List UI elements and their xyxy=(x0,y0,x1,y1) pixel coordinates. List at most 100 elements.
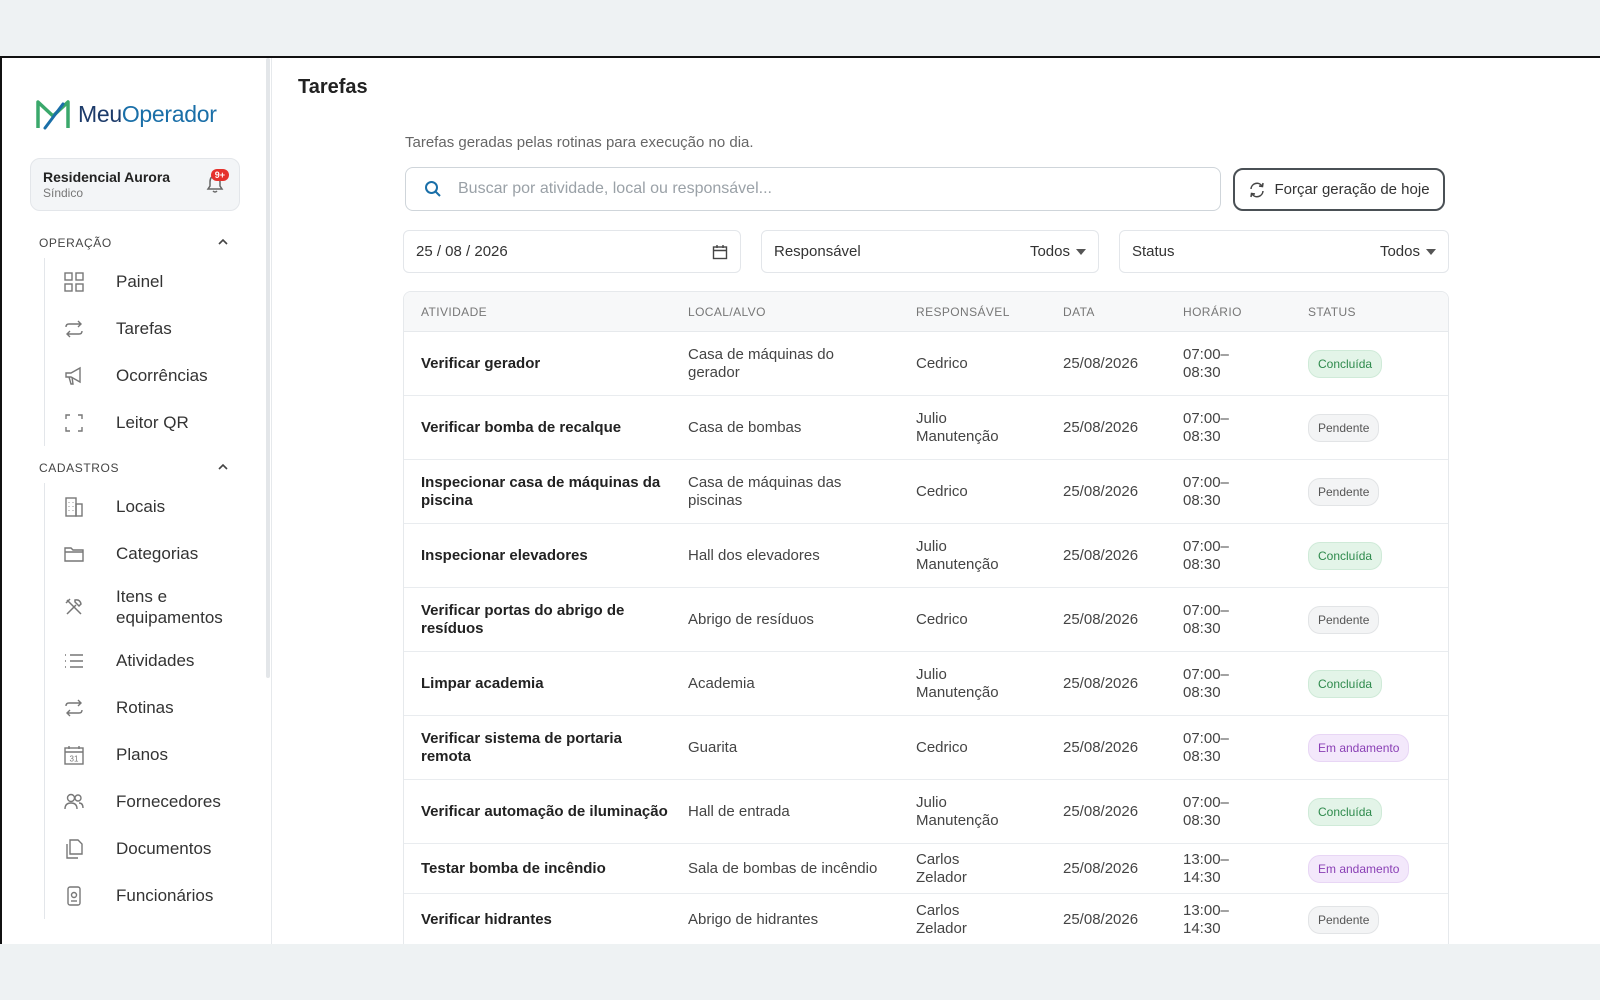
sidebar-item-locais[interactable]: Locais xyxy=(45,483,254,530)
org-switcher[interactable]: Residencial Aurora Síndico 9+ xyxy=(30,158,240,211)
calendar-icon[interactable] xyxy=(712,244,728,260)
col-horario[interactable]: HORÁRIO xyxy=(1183,305,1308,319)
sidebar-item-atividades[interactable]: Atividades xyxy=(45,637,254,684)
section-cadastros-header[interactable]: CADASTROS xyxy=(39,461,229,475)
sidebar-item-funcionarios[interactable]: Funcionários xyxy=(45,872,254,919)
cell-local: Hall de entrada xyxy=(688,802,790,820)
grid-icon xyxy=(62,270,86,294)
page-subtitle: Tarefas geradas pelas rotinas para execu… xyxy=(405,134,754,151)
sidebar-item-leitor-qr[interactable]: Leitor QR xyxy=(45,399,254,446)
responsavel-filter[interactable]: Responsável Todos xyxy=(761,230,1099,273)
page-title: Tarefas xyxy=(298,76,368,98)
list-icon xyxy=(62,649,86,673)
date-filter[interactable]: 25 / 08 / 2026 xyxy=(403,230,741,273)
sidebar-item-painel[interactable]: Painel xyxy=(45,258,254,305)
col-data[interactable]: DATA xyxy=(1063,305,1183,319)
col-atividade[interactable]: ATIVIDADE xyxy=(404,305,688,319)
cell-horario: 07:00–08:30 xyxy=(1183,345,1229,381)
cell-horario: 13:00–14:30 xyxy=(1183,901,1229,937)
cell-responsavel: Carlos Zelador xyxy=(916,850,967,886)
status-badge: Pendente xyxy=(1308,477,1380,506)
status-badge: Concluída xyxy=(1308,349,1383,378)
search-box[interactable] xyxy=(405,167,1221,211)
sidebar-item-label: Funcionários xyxy=(116,886,214,905)
cell-status: Concluída xyxy=(1308,797,1448,826)
section-title: OPERAÇÃO xyxy=(39,236,112,250)
sidebar-scrollbar[interactable] xyxy=(266,58,270,678)
table-row[interactable]: Limpar academia Academia Julio Manutenção 2… xyxy=(404,652,1448,716)
brand-logo[interactable]: MeuOperador xyxy=(36,98,217,130)
table-row[interactable]: Verificar gerador Casa de máquinas do ger… xyxy=(404,332,1448,396)
status-select[interactable]: Todos xyxy=(1380,243,1436,260)
search-input[interactable] xyxy=(458,180,1178,198)
table-row[interactable]: Verificar hidrantes Abrigo de hidrantes Ca… xyxy=(404,894,1448,944)
sidebar-item-ocorrencias[interactable]: Ocorrências xyxy=(45,352,254,399)
cell-horario: 13:00–14:30 xyxy=(1183,850,1229,886)
caret-down-icon xyxy=(1426,248,1436,255)
brand-name-a: Meu xyxy=(78,100,122,127)
main-content: Tarefas Tarefas geradas pelas rotinas pa… xyxy=(272,58,1600,944)
cell-horario: 07:00–08:30 xyxy=(1183,793,1229,829)
cell-local: Abrigo de hidrantes xyxy=(688,910,819,928)
cell-status: Concluída xyxy=(1308,541,1448,570)
table-row[interactable]: Inspecionar elevadores Hall dos elevadore… xyxy=(404,524,1448,588)
badge-icon xyxy=(62,884,86,908)
responsavel-label: Responsável xyxy=(774,243,861,260)
sidebar-item-label: Planos xyxy=(116,745,168,764)
sidebar-item-categorias[interactable]: Categorias xyxy=(45,530,254,577)
cell-atividade: Testar bomba de incêndio xyxy=(421,859,606,877)
cell-data: 25/08/2026 xyxy=(1063,859,1139,877)
table-row[interactable]: Testar bomba de incêndio Sala de bombas d… xyxy=(404,844,1448,894)
sidebar-item-planos[interactable]: 31 Planos xyxy=(45,731,254,778)
cell-data: 25/08/2026 xyxy=(1063,610,1139,628)
table-row[interactable]: Verificar automação de iluminação Hall de… xyxy=(404,780,1448,844)
cell-horario: 07:00–08:30 xyxy=(1183,537,1229,573)
sidebar-item-itens[interactable]: Itens e equipamentos xyxy=(45,577,254,637)
status-badge: Concluída xyxy=(1308,541,1383,570)
sidebar-item-label: Locais xyxy=(116,497,166,516)
force-generation-label: Forçar geração de hoje xyxy=(1274,181,1430,198)
status-badge: Concluída xyxy=(1308,797,1383,826)
nav-group-operacao: Painel Tarefas Ocorrências Leitor QR xyxy=(44,258,254,446)
col-responsavel[interactable]: RESPONSÁVEL xyxy=(916,305,1063,319)
building-icon xyxy=(62,495,86,519)
cell-responsavel: Julio Manutenção xyxy=(916,793,999,829)
section-title: CADASTROS xyxy=(39,461,120,475)
responsavel-select[interactable]: Todos xyxy=(1030,243,1086,260)
cell-status: Em andamento xyxy=(1308,733,1448,762)
cell-local: Guarita xyxy=(688,738,738,756)
sidebar-item-rotinas[interactable]: Rotinas xyxy=(45,684,254,731)
table-row[interactable]: Verificar sistema de portaria remota Guar… xyxy=(404,716,1448,780)
table-row[interactable]: Verificar portas do abrigo de resíduos Ab… xyxy=(404,588,1448,652)
cell-atividade: Inspecionar elevadores xyxy=(421,546,588,564)
col-local[interactable]: LOCAL/ALVO xyxy=(688,305,916,319)
sidebar-item-documentos[interactable]: Documentos xyxy=(45,825,254,872)
cell-local: Casa de bombas xyxy=(688,418,802,436)
cell-horario: 07:00–08:30 xyxy=(1183,665,1229,701)
cell-horario: 07:00–08:30 xyxy=(1183,473,1229,509)
cell-data: 25/08/2026 xyxy=(1063,738,1139,756)
status-filter[interactable]: Status Todos xyxy=(1119,230,1449,273)
status-badge: Pendente xyxy=(1308,605,1380,634)
cell-responsavel: Cedrico xyxy=(916,610,968,628)
table-row[interactable]: Verificar bomba de recalque Casa de bomba… xyxy=(404,396,1448,460)
logo-icon xyxy=(36,100,70,130)
col-status[interactable]: STATUS xyxy=(1308,305,1448,319)
cell-horario: 07:00–08:30 xyxy=(1183,601,1229,637)
cell-local: Academia xyxy=(688,674,755,692)
status-badge: Em andamento xyxy=(1308,854,1410,883)
documents-icon xyxy=(62,837,86,861)
force-generation-button[interactable]: Forçar geração de hoje xyxy=(1233,168,1445,211)
cell-local: Casa de máquinas das piscinas xyxy=(688,473,842,509)
calendar-icon: 31 xyxy=(62,743,86,767)
sidebar-item-fornecedores[interactable]: Fornecedores xyxy=(45,778,254,825)
sidebar-item-tarefas[interactable]: Tarefas xyxy=(45,305,254,352)
refresh-icon xyxy=(1250,182,1265,197)
table-row[interactable]: Inspecionar casa de máquinas da piscina C… xyxy=(404,460,1448,524)
cell-data: 25/08/2026 xyxy=(1063,418,1139,436)
section-operacao-header[interactable]: OPERAÇÃO xyxy=(39,236,229,250)
org-role: Síndico xyxy=(43,186,84,200)
status-value: Todos xyxy=(1379,243,1420,260)
sidebar-item-label: Categorias xyxy=(116,544,199,563)
cell-responsavel: Julio Manutenção xyxy=(916,409,999,445)
